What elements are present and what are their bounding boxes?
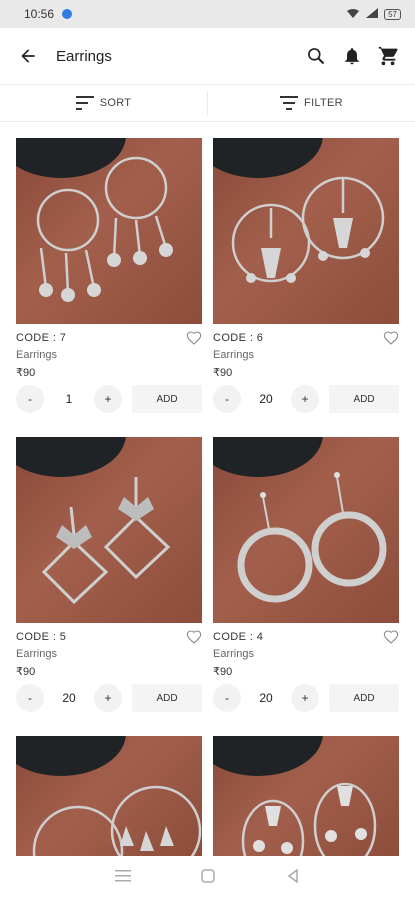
sort-label: SORT [99,97,132,109]
filter-icon [280,96,299,110]
product-image[interactable] [213,736,399,856]
filter-label: FILTER [304,97,343,109]
wishlist-heart-icon[interactable] [186,629,202,645]
product-image[interactable] [16,138,202,324]
home-button[interactable] [200,868,216,889]
quantity-stepper: - 1 + ADD [16,385,202,413]
page-title: Earrings [56,47,112,65]
status-icons: 57 [346,7,401,21]
add-to-cart-button[interactable]: ADD [132,385,202,413]
decrease-quantity-button[interactable]: - [16,385,44,413]
increase-quantity-button[interactable]: + [291,385,319,413]
product-card[interactable]: CODE : 7 Earrings ₹90 - 1 + ADD [16,138,202,413]
product-card[interactable]: CODE : 6 Earrings ₹90 - 20 + ADD [213,138,399,413]
product-code: CODE : 4 [213,631,264,643]
product-image[interactable] [213,138,399,324]
quantity-value: 20 [259,392,273,406]
wifi-icon [346,8,360,21]
battery-icon: 57 [384,8,401,20]
add-to-cart-button[interactable]: ADD [329,684,399,712]
sort-icon [75,96,94,110]
quantity-stepper: - 20 + ADD [213,385,399,413]
back-arrow-icon [21,49,35,63]
back-button[interactable] [0,28,56,84]
bell-icon [345,48,359,65]
product-category: Earrings [16,648,57,660]
decrease-quantity-button[interactable]: - [213,385,241,413]
product-category: Earrings [213,349,254,361]
recent-apps-button[interactable] [114,869,131,888]
wishlist-heart-icon[interactable] [186,330,202,346]
product-code: CODE : 6 [213,332,264,344]
status-bar: 10:56 57 [0,0,415,28]
app-bar: Earrings [0,28,415,84]
wishlist-heart-icon[interactable] [383,629,399,645]
quantity-value: 20 [259,691,273,705]
product-code: CODE : 5 [16,631,67,643]
product-card[interactable] [213,736,399,856]
product-code: CODE : 7 [16,332,67,344]
quantity-value: 20 [62,691,76,705]
decrease-quantity-button[interactable]: - [16,684,44,712]
quantity-stepper: - 20 + ADD [16,684,202,712]
product-price: ₹90 [16,367,36,379]
product-image[interactable] [213,437,399,623]
filter-button[interactable]: FILTER [208,85,415,121]
quantity-value: 1 [65,392,73,406]
home-square-icon [200,868,215,883]
product-card[interactable]: CODE : 4 Earrings ₹90 - 20 + ADD [213,437,399,712]
product-price: ₹90 [16,666,36,678]
back-nav-button[interactable] [285,868,301,889]
wishlist-heart-icon[interactable] [383,330,399,346]
cart-icon [378,46,398,66]
increase-quantity-button[interactable]: + [94,684,122,712]
product-image[interactable] [16,736,202,856]
product-card[interactable]: CODE : 5 Earrings ₹90 - 20 + ADD [16,437,202,712]
increase-quantity-button[interactable]: + [94,385,122,413]
sort-filter-bar: SORT FILTER [0,84,415,122]
system-nav-bar [0,856,415,900]
product-category: Earrings [213,648,254,660]
product-card[interactable] [16,736,202,856]
search-icon [308,48,325,65]
notifications-button[interactable] [341,45,363,67]
sort-button[interactable]: SORT [0,85,207,121]
product-image[interactable] [16,437,202,623]
product-category: Earrings [16,349,57,361]
menu-lines-icon [114,869,131,881]
product-price: ₹90 [213,367,233,379]
signal-icon [366,7,379,21]
decrease-quantity-button[interactable]: - [213,684,241,712]
back-triangle-icon [287,868,298,883]
add-to-cart-button[interactable]: ADD [132,684,202,712]
search-button[interactable] [305,45,327,67]
settings-notification-icon [62,9,73,19]
cart-button[interactable] [377,45,399,67]
status-time: 10:56 [24,7,55,21]
increase-quantity-button[interactable]: + [291,684,319,712]
product-price: ₹90 [213,666,233,678]
quantity-stepper: - 20 + ADD [213,684,399,712]
add-to-cart-button[interactable]: ADD [329,385,399,413]
